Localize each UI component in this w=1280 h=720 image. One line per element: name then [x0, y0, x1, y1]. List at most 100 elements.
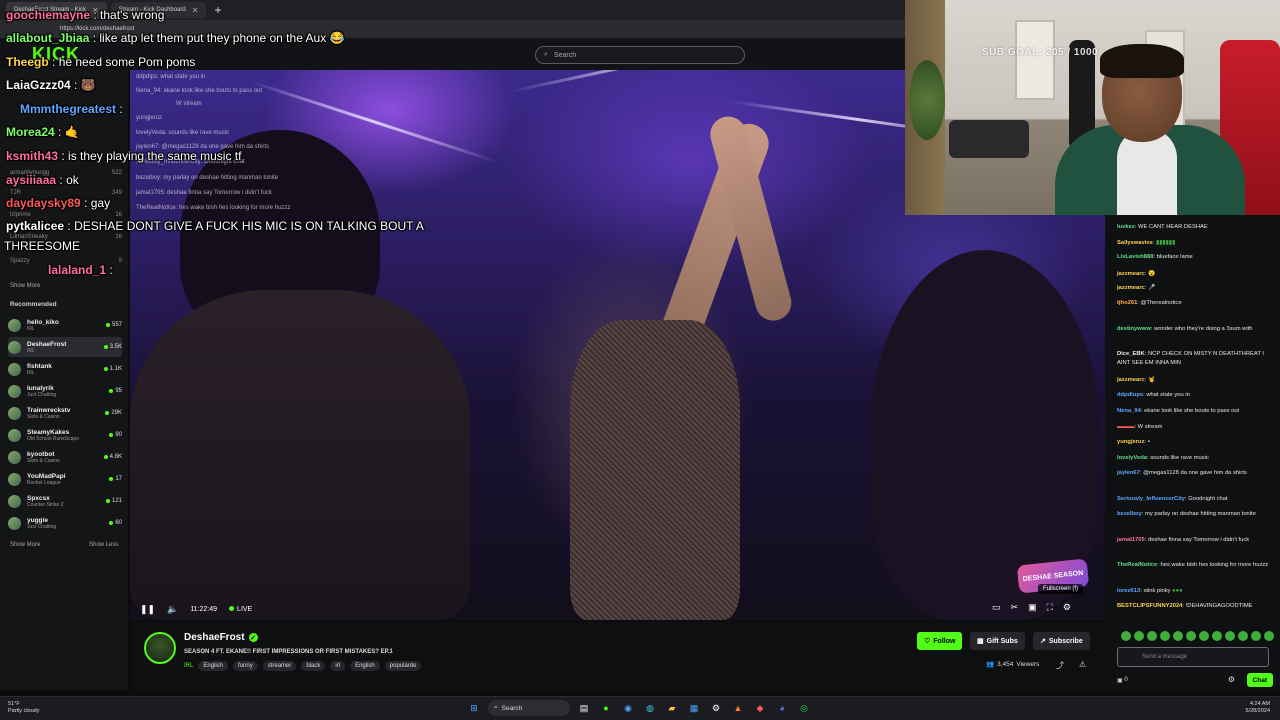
tag[interactable]: funny	[233, 661, 258, 671]
discord-icon[interactable]: ◕	[774, 700, 790, 716]
app-icon[interactable]: ◆	[752, 700, 768, 716]
tag[interactable]: popularde	[384, 661, 422, 671]
sidebar-item-recommended[interactable]: lunalyrik Just Chatting 95	[8, 381, 122, 401]
app-icon[interactable]: ▲	[730, 700, 746, 716]
weather-widget[interactable]: 51°F Partly cloudy	[8, 701, 40, 715]
avatar	[8, 384, 21, 398]
heart-icon: ♡	[924, 638, 931, 645]
store-icon[interactable]: ▦	[686, 700, 702, 716]
verified-icon: ✓	[248, 633, 258, 642]
category-link[interactable]: IRL	[184, 663, 193, 669]
sidebar-item-recommended[interactable]: Spxcsx Counter-Strike 2 121	[8, 491, 122, 511]
sidebar-item-recommended[interactable]: fishtank IRL 1.1K	[8, 359, 122, 379]
sidebar-item-recommended[interactable]: YouMadPapi Rocket League 17	[8, 469, 122, 489]
tag[interactable]: irl	[330, 661, 346, 671]
report-icon[interactable]: ⚠	[1079, 660, 1086, 669]
overlay-chat-line: pytkalicee : DESHAE DONT GIVE A FUCK HIS…	[6, 219, 424, 233]
avatar	[8, 516, 21, 530]
viewer-count: 1.1K	[103, 366, 122, 372]
webcam-overlay: SUB GOAL: 205 / 1000	[905, 0, 1280, 215]
search-icon: ⌕	[494, 704, 498, 711]
tag[interactable]: English	[350, 661, 380, 671]
chat-message: luvkez: WE CANT HEAR DESHAE	[1117, 224, 1208, 230]
tag[interactable]: English	[198, 661, 229, 671]
chat-send-button[interactable]: Chat	[1246, 673, 1273, 687]
chat-input[interactable]: Send a message	[1117, 647, 1269, 667]
settings-icon[interactable]: ⚙	[1063, 602, 1071, 613]
avatar	[8, 428, 21, 442]
subscribe-button[interactable]: ↗ Subscribe	[1033, 632, 1090, 650]
viewer-count: 60	[109, 520, 122, 526]
emote-icon[interactable]	[1251, 631, 1261, 641]
chrome-icon[interactable]: ◉	[620, 700, 636, 716]
tag[interactable]: streamer	[262, 661, 297, 671]
avatar	[8, 494, 21, 508]
overlay-chat-line: aysiiiaaa : ok	[6, 173, 79, 187]
emote-icon[interactable]	[1264, 631, 1274, 641]
windows-start-icon[interactable]: ⊞	[466, 700, 482, 716]
streamer-hair	[1100, 44, 1184, 78]
emote-icon[interactable]	[1160, 631, 1170, 641]
app-icon[interactable]: ●	[598, 700, 614, 716]
search-input[interactable]: ⌕ Search	[535, 46, 745, 64]
clip-icon[interactable]: ✂	[1011, 602, 1019, 613]
emote-icon[interactable]	[1121, 631, 1131, 641]
spotify-icon[interactable]: ◎	[796, 700, 812, 716]
chat-message: tjho261: @Therealnotice	[1117, 300, 1182, 306]
taskbar-search[interactable]: ⌕ Search	[488, 700, 570, 716]
sidebar-item-recommended[interactable]: yuggie Just Chatting 60	[8, 513, 122, 533]
viewers-icon: 👥	[986, 661, 995, 668]
close-icon[interactable]: ✕	[192, 6, 199, 15]
tag[interactable]: black	[301, 661, 326, 671]
edge-icon[interactable]: ◍	[642, 700, 658, 716]
channel-avatar[interactable]	[144, 632, 176, 664]
sidebar-item-recommended[interactable]: DeshaeFrost IRL 3.5K	[8, 337, 122, 357]
sidebar-item-recommended[interactable]: kyootbot Slots & Casino 4.8K	[8, 447, 122, 467]
chat-message: jazzmearc: 🎤	[1117, 285, 1156, 291]
points-icon[interactable]: ▣	[1117, 677, 1123, 684]
theater-icon[interactable]: ▣	[1028, 602, 1037, 613]
fullscreen-icon[interactable]: ⛶	[1047, 602, 1053, 613]
emote-bar	[1121, 631, 1274, 641]
sidebar-item-recommended[interactable]: Trainwreckstv Slots & Casino 29K	[8, 403, 122, 423]
emote-icon[interactable]	[1199, 631, 1209, 641]
emote-icon[interactable]	[1238, 631, 1248, 641]
task-view-icon[interactable]: ▤	[576, 700, 592, 716]
viewer-count: 4.8K	[103, 454, 122, 460]
gear-icon[interactable]: ⚙	[1228, 675, 1235, 684]
show-less-link[interactable]: Show Less	[89, 542, 118, 548]
show-more-link[interactable]: Show More	[10, 283, 40, 289]
sidebar-item-recommended[interactable]: SteamyKakes Old School RuneScape 90	[8, 425, 122, 445]
emote-icon[interactable]	[1212, 631, 1222, 641]
emote-icon[interactable]	[1225, 631, 1235, 641]
stream-title: SEASON 4 FT. EKANE!! FIRST IMPRESSIONS O…	[184, 649, 393, 655]
gift-icon: ▦	[977, 638, 984, 645]
volume-icon[interactable]: 🔈	[167, 604, 178, 615]
avatar	[8, 340, 21, 354]
emote-icon[interactable]	[1147, 631, 1157, 641]
viewer-count: 557	[105, 322, 122, 328]
settings-icon[interactable]: ⚙	[708, 700, 724, 716]
fullscreen-tooltip: Fullscreen (f)	[1038, 584, 1084, 594]
chat-message: jazzmearc: 🤘	[1117, 377, 1156, 383]
channel-name[interactable]: DeshaeFrost ✓	[184, 632, 258, 643]
overlay-chat-line: Theegb : he need some Pom poms	[6, 55, 196, 69]
stream-time: 11:22:49	[190, 605, 218, 613]
emote-icon[interactable]	[1173, 631, 1183, 641]
follow-button[interactable]: ♡ Follow	[917, 632, 963, 650]
folder-icon[interactable]: ▰	[664, 700, 680, 716]
sidebar: armanilyoungg 522 TJR 349 lzlprime 16 Lilma…	[0, 70, 128, 690]
emote-icon[interactable]	[1186, 631, 1196, 641]
emote-icon[interactable]	[1134, 631, 1144, 641]
gift-subs-button[interactable]: ▦ Gift Subs	[970, 632, 1025, 650]
sidebar-item-recommended[interactable]: hello_kiko IRL 557	[8, 315, 122, 335]
miniplayer-icon[interactable]: ▭	[992, 602, 1001, 613]
show-more-link[interactable]: Show More	[10, 542, 40, 548]
system-clock[interactable]: 4:24 AM 5/28/2024	[1246, 701, 1270, 715]
share-icon[interactable]: ⤴	[1056, 660, 1064, 671]
new-tab-icon[interactable]: +	[214, 3, 221, 17]
pause-icon[interactable]: ❚❚	[140, 604, 155, 615]
chat-message: jazzmearc: 😮	[1117, 271, 1156, 277]
channel-info: DeshaeFrost ✓ SEASON 4 FT. EKANE!! FIRST…	[130, 622, 1105, 690]
taskbar-icons: ⊞ ⌕ Search ▤ ● ◉ ◍ ▰ ▦ ⚙ ▲ ◆ ◕ ◎	[466, 700, 812, 716]
